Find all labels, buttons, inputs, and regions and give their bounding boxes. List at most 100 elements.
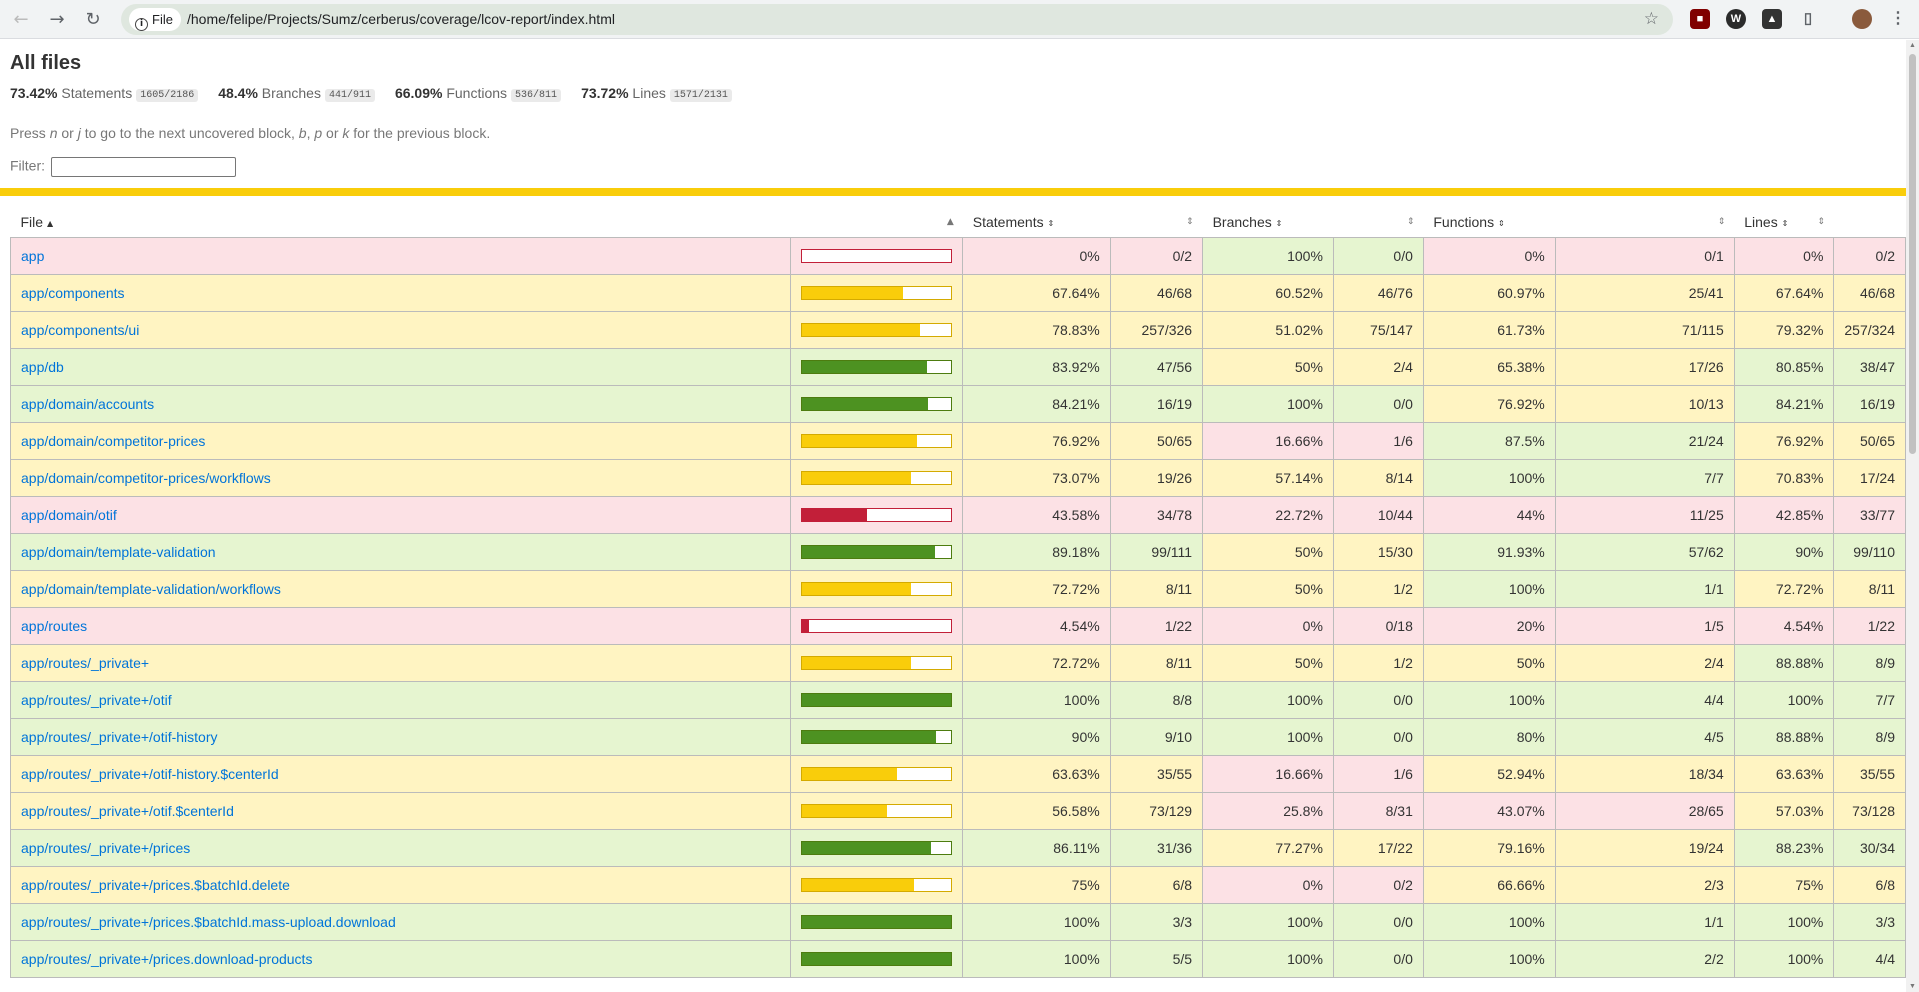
file-link[interactable]: app/domain/competitor-prices/workflows	[21, 470, 271, 486]
coverage-bar-cell	[790, 532, 964, 571]
summary-functions: 66.09% Functions 536/811	[394, 85, 562, 102]
statements-pct: 78.83%	[962, 310, 1111, 349]
lines-fraction: 0/2	[1833, 236, 1906, 275]
browser-toolbar: ← → ↻ i File /home/felipe/Projects/Sumz/c…	[0, 0, 1919, 39]
coverage-bar	[801, 507, 953, 522]
lines-fraction: 30/34	[1833, 828, 1906, 867]
branches-fraction: 0/0	[1332, 902, 1424, 941]
site-info-chip[interactable]: i File	[129, 8, 181, 31]
file-link[interactable]: app/domain/otif	[21, 507, 117, 523]
forward-arrow-icon[interactable]: →	[44, 7, 70, 33]
coverage-bar-fill	[802, 323, 920, 336]
statements-pct: 75%	[962, 865, 1111, 904]
statements-fraction: 5/5	[1109, 939, 1204, 978]
file-link[interactable]: app/routes/_private+/prices.$batchId.del…	[21, 877, 290, 893]
lines-fraction: 7/7	[1833, 680, 1906, 719]
table-row: app/components 67.64% 46/68 60.52% 46/76 60.9…	[9, 273, 1906, 312]
branches-fraction: 0/18	[1332, 606, 1424, 645]
functions-pct: 79.16%	[1422, 828, 1556, 867]
address-bar[interactable]: i File /home/felipe/Projects/Sumz/cerberu…	[121, 4, 1673, 35]
functions-fraction: 19/24	[1554, 828, 1735, 867]
sort-icon: ⇕	[1275, 219, 1283, 229]
header-file-label: File	[20, 214, 44, 231]
file-link[interactable]: app/routes	[21, 618, 87, 634]
file-link[interactable]: app/routes/_private+/prices.$batchId.mas…	[21, 914, 396, 930]
file-cell: app/components	[9, 273, 792, 312]
file-link[interactable]: app/routes/_private+	[21, 655, 149, 671]
branches-pct: 60.52%	[1202, 273, 1334, 312]
lines-fraction: 3/3	[1833, 902, 1906, 941]
header-statements[interactable]: Statements ⇕	[963, 208, 1110, 237]
reload-icon[interactable]: ↻	[80, 7, 106, 33]
lines-fraction: 38/47	[1833, 347, 1906, 386]
extension-w-icon[interactable]: W	[1726, 9, 1746, 29]
functions-fraction: 2/4	[1554, 643, 1735, 682]
scroll-down-icon[interactable]: ▼	[1909, 983, 1916, 990]
branches-pct: 100%	[1202, 717, 1334, 756]
coverage-bar-fill	[802, 471, 912, 484]
table-row: app/domain/competitor-prices/workflows 73…	[9, 458, 1906, 497]
coverage-bar	[801, 877, 953, 892]
file-link[interactable]: app/domain/template-validation	[21, 544, 216, 560]
lines-pct: 70.83%	[1733, 458, 1835, 497]
coverage-bar-cell	[790, 680, 964, 719]
ublock-extension-icon[interactable]: ■	[1690, 9, 1710, 29]
functions-fraction: 57/62	[1554, 532, 1735, 571]
header-branches[interactable]: Branches ⇕	[1203, 208, 1334, 237]
file-link[interactable]: app/domain/competitor-prices	[21, 433, 205, 449]
scrollbar-thumb[interactable]	[1909, 54, 1916, 454]
functions-pct: 76.92%	[1422, 384, 1556, 423]
statements-pct: 72.72%	[962, 643, 1111, 682]
file-link[interactable]: app/routes/_private+/otif-history	[21, 729, 218, 745]
table-row: app/domain/competitor-prices 76.92% 50/65 1…	[9, 421, 1906, 460]
extension-image-icon[interactable]: ▲	[1762, 9, 1782, 29]
scroll-up-icon[interactable]: ▲	[1909, 42, 1916, 49]
browser-menu-icon[interactable]: ⋮	[1888, 9, 1908, 29]
summary-pct: 66.09%	[394, 85, 443, 101]
file-link[interactable]: app/routes/_private+/otif.$centerId	[21, 803, 234, 819]
header-statements-raw[interactable]: ⇕	[1110, 208, 1202, 237]
url-text[interactable]: /home/felipe/Projects/Sumz/cerberus/cove…	[187, 4, 615, 35]
coverage-bar-fill	[802, 619, 810, 632]
header-branches-raw[interactable]: ⇕	[1333, 208, 1423, 237]
table-row: app/routes 4.54% 1/22 0% 0/18 20% 1/5 4.54% 1/22	[9, 606, 1906, 645]
filter-label: Filter:	[10, 157, 45, 174]
statements-pct: 100%	[962, 939, 1111, 978]
file-link[interactable]: app/routes/_private+/otif	[21, 692, 172, 708]
header-functions-raw[interactable]: ⇕	[1555, 208, 1734, 237]
table-header-row: File ▲ ▲ Statements ⇕ ⇕ Branches ⇕ ⇕ Fun…	[11, 208, 1906, 237]
file-link[interactable]: app/components	[21, 285, 125, 301]
coverage-bar	[801, 951, 953, 966]
header-file[interactable]: File ▲	[11, 208, 791, 237]
branches-pct: 77.27%	[1202, 828, 1334, 867]
statements-fraction: 0/2	[1109, 236, 1204, 275]
file-link[interactable]: app/db	[21, 359, 64, 375]
statements-pct: 63.63%	[962, 754, 1111, 793]
filter-input[interactable]	[50, 157, 236, 177]
functions-fraction: 28/65	[1554, 791, 1735, 830]
back-arrow-icon[interactable]: ←	[8, 7, 34, 33]
functions-pct: 66.66%	[1422, 865, 1556, 904]
file-link[interactable]: app/routes/_private+/prices.download-pro…	[21, 951, 312, 967]
header-functions[interactable]: Functions ⇕	[1423, 208, 1555, 237]
vertical-scrollbar[interactable]: ▲ ▼	[1906, 40, 1919, 992]
file-link[interactable]: app/domain/accounts	[21, 396, 154, 412]
file-link[interactable]: app/domain/template-validation/workflows	[21, 581, 281, 597]
file-cell: app/components/ui	[9, 310, 792, 349]
file-link[interactable]: app	[21, 248, 44, 264]
sort-icon: ⇕	[1497, 219, 1505, 229]
header-file-bar[interactable]: ▲	[791, 208, 963, 237]
file-link[interactable]: app/components/ui	[21, 322, 139, 338]
file-link[interactable]: app/routes/_private+/otif-history.$cente…	[21, 766, 279, 782]
lines-pct: 4.54%	[1733, 606, 1835, 645]
coverage-bar	[801, 914, 953, 929]
profile-avatar[interactable]	[1852, 9, 1872, 29]
summary-pct: 73.42%	[10, 85, 58, 101]
file-chip-label: File	[152, 12, 173, 27]
file-link[interactable]: app/routes/_private+/prices	[21, 840, 190, 856]
header-lines[interactable]: Lines ⇕ ⇕	[1734, 208, 1834, 237]
coverage-bar-cell	[790, 421, 964, 460]
bookmark-star-icon[interactable]: ☆	[1644, 4, 1659, 35]
branches-pct: 16.66%	[1202, 754, 1334, 793]
extensions-puzzle-icon[interactable]: ▯	[1798, 9, 1818, 29]
